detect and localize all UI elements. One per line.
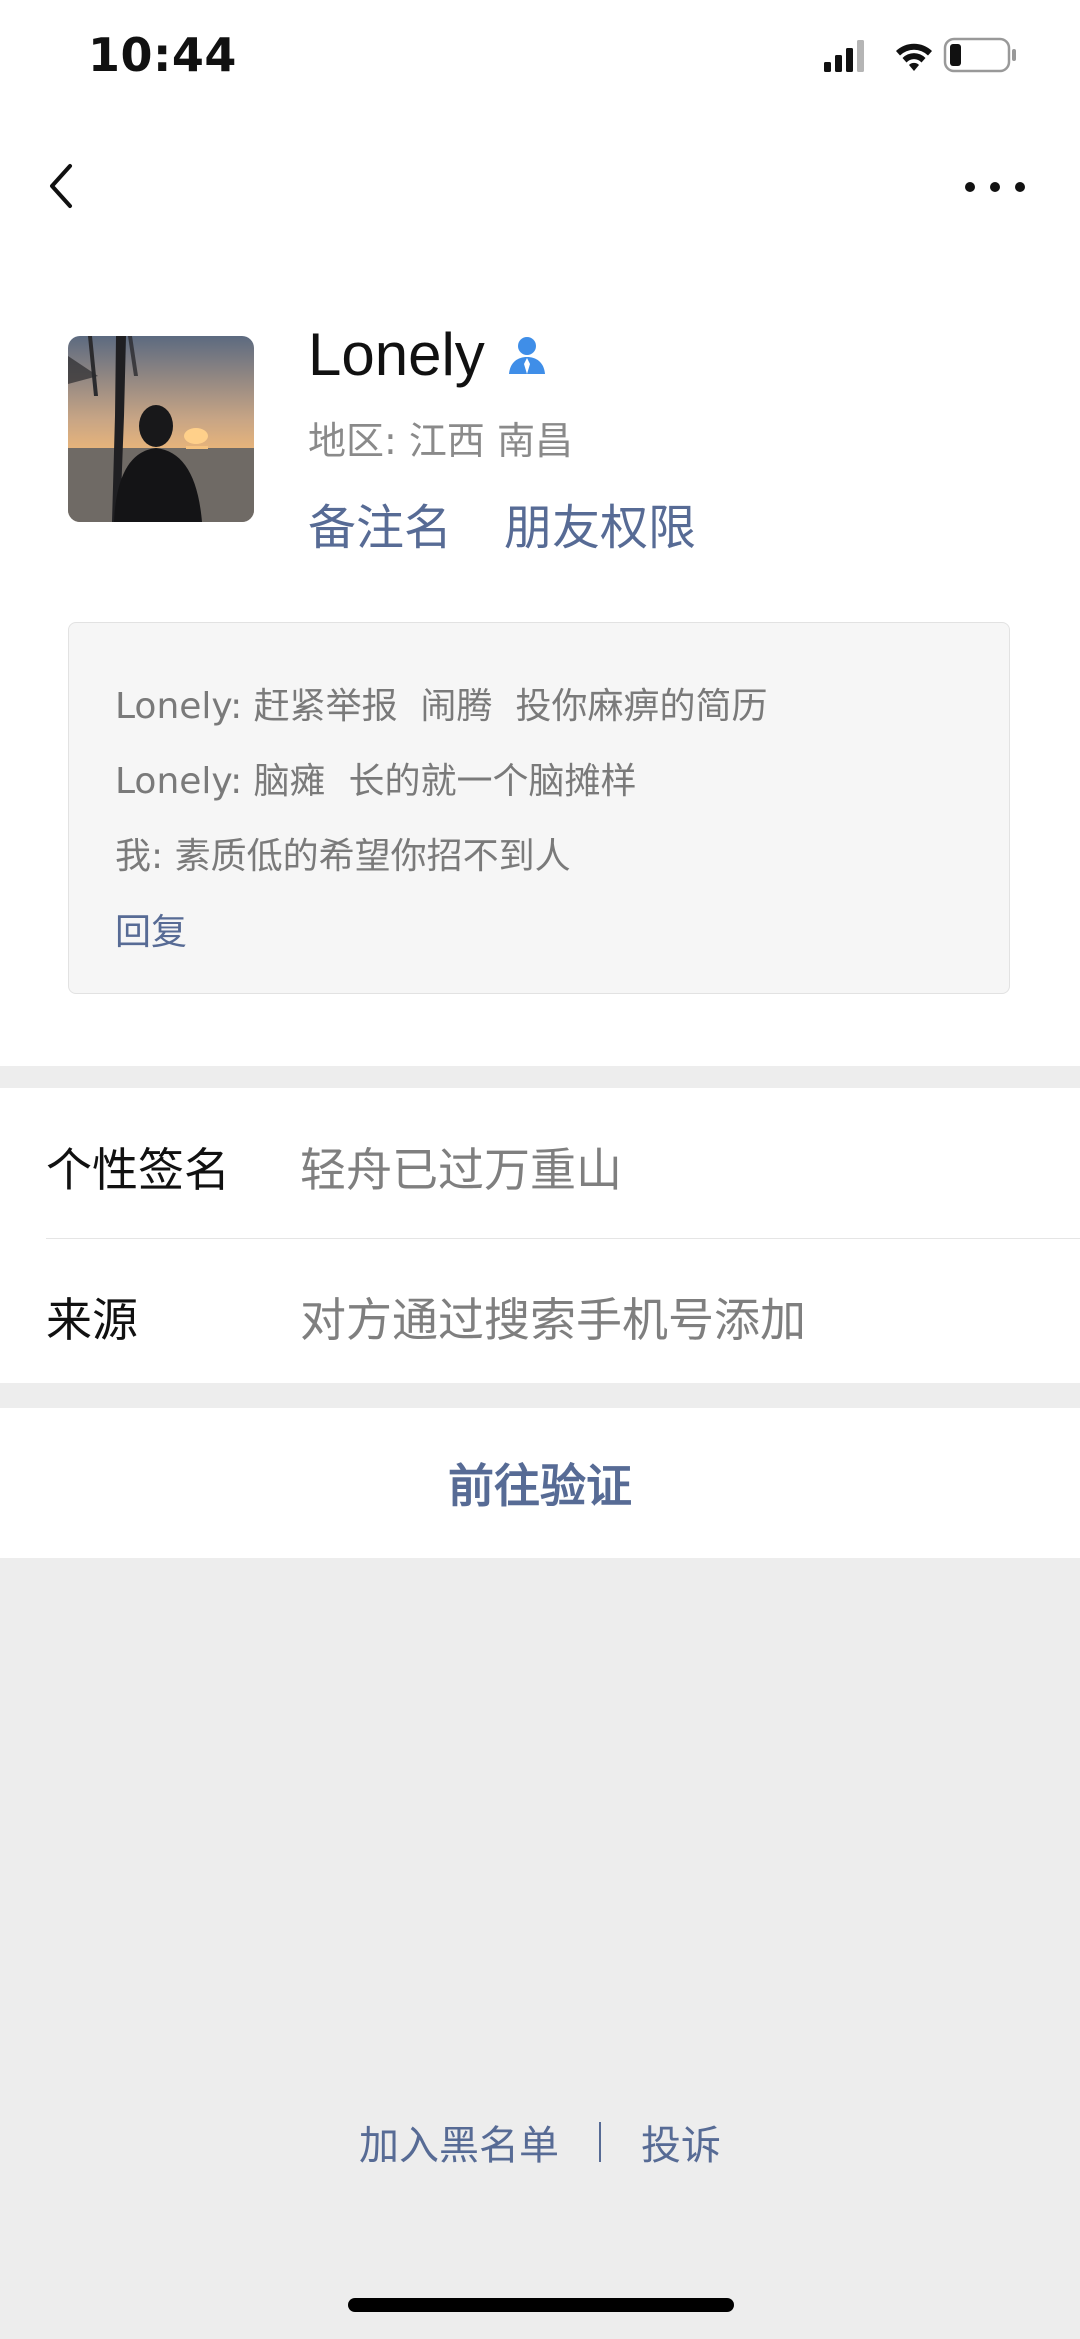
info-divider [46,1238,1080,1239]
blacklist-link[interactable]: 加入黑名单 [359,2113,559,2171]
region-line: 地区: 江西 南昌 [308,410,573,465]
signature-label: 个性签名 [46,1143,230,1197]
home-indicator[interactable] [348,2298,734,2312]
signal-icon [824,40,864,72]
avatar[interactable] [68,336,254,522]
wifi-icon [896,43,932,71]
verify-button[interactable]: 前往验证 [0,1408,1080,1558]
message-line: Lonely: 脑瘫 长的就一个脑摊样 [115,761,637,802]
signature-value: 轻舟已过万重山 [300,1143,622,1197]
source-label: 来源 [46,1293,138,1347]
reply-link[interactable]: 回复 [115,903,187,955]
friend-permission-link[interactable]: 朋友权限 [504,488,696,558]
info-section: 个性签名 轻舟已过万重山 来源 对方通过搜索手机号添加 [0,1088,1080,1383]
remark-name-link[interactable]: 备注名 [308,488,452,558]
back-chevron-icon[interactable] [40,156,90,216]
status-time: 10:44 [88,28,237,82]
message-line: 我: 素质低的希望你招不到人 [115,836,571,877]
battery-icon [943,37,1016,73]
message-preview-box: Lonely: 赶紧举报 闹腾 投你麻痹的简历 Lonely: 脑瘫 长的就一个… [68,622,1010,994]
contact-person-icon [506,334,548,376]
region-value: 江西 南昌 [408,419,573,463]
verify-section: 前往验证 [0,1408,1080,1558]
footer-separator [599,2122,601,2162]
status-icons [824,36,1024,76]
footer-links: 加入黑名单 投诉 [0,2110,1080,2174]
source-value: 对方通过搜索手机号添加 [300,1293,806,1347]
contact-name: Lonely [308,321,485,388]
report-link[interactable]: 投诉 [641,2113,721,2171]
message-line: Lonely: 赶紧举报 闹腾 投你麻痹的简历 [115,686,768,727]
more-dots-icon[interactable] [960,170,1030,204]
region-label: 地区: [308,419,397,463]
